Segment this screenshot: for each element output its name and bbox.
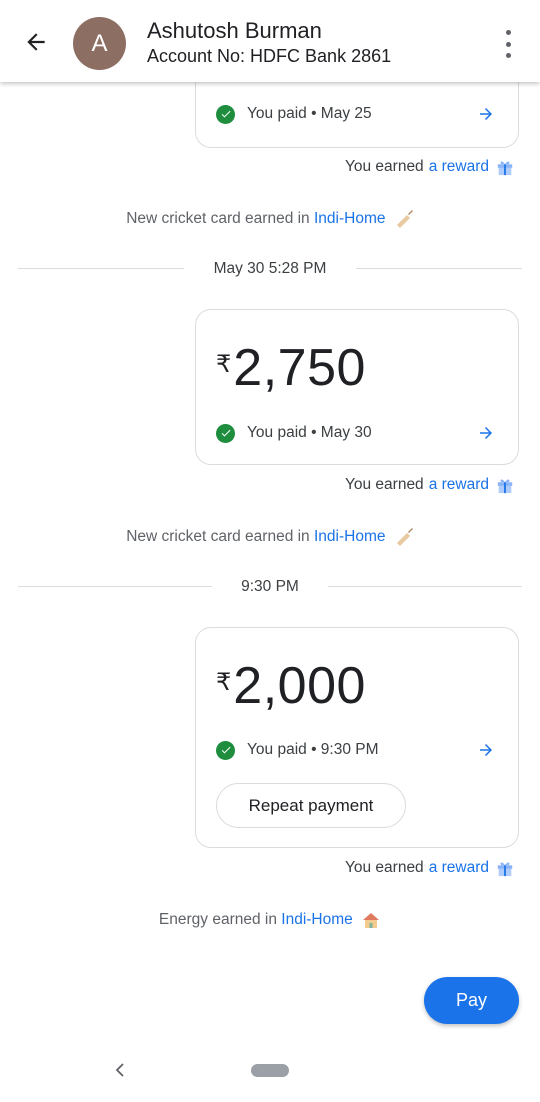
check-icon [216, 740, 235, 760]
gift-icon [497, 862, 513, 877]
amount-value: 2,750 [233, 339, 366, 397]
indi-home-link[interactable]: Indi-Home [314, 528, 386, 545]
currency-symbol: ₹ [216, 669, 232, 696]
gift-icon [497, 161, 513, 176]
payment-status-row: You paid • May 25 [216, 102, 498, 126]
nav-home-pill[interactable] [251, 1064, 289, 1077]
house-icon [363, 913, 380, 928]
arrow-right-icon[interactable] [476, 423, 496, 443]
more-options-icon[interactable] [496, 30, 520, 58]
arrow-right-icon[interactable] [476, 740, 496, 760]
check-icon [216, 104, 235, 124]
reward-prefix: You earned [344, 859, 424, 876]
cricket-card-note: New cricket card earned in Indi-Home [0, 210, 540, 228]
payment-amount: ₹ 2,750 [216, 338, 366, 398]
payment-status: You paid • May 30 [247, 424, 372, 441]
date-divider-label: 9:30 PM [241, 578, 299, 595]
indi-home-link[interactable]: Indi-Home [314, 210, 386, 227]
arrow-right-icon[interactable] [476, 104, 496, 124]
reward-prefix: You earned [344, 476, 424, 493]
reward-link[interactable]: a reward [429, 158, 489, 176]
pay-button[interactable]: Pay [424, 977, 519, 1024]
reward-link[interactable]: a reward [429, 476, 489, 494]
payment-card[interactable]: ₹ 2,000 You paid • 9:30 PM Repeat paymen… [195, 627, 519, 848]
check-icon [216, 423, 235, 443]
cricket-bat-icon [396, 528, 413, 546]
amount-value: 2,000 [233, 657, 366, 715]
payment-status: You paid • May 25 [247, 105, 372, 122]
reward-link[interactable]: a reward [429, 859, 489, 877]
reward-line[interactable]: You earned a reward [345, 859, 514, 877]
date-divider: 9:30 PM [0, 572, 540, 602]
note-text: New cricket card earned in [126, 210, 310, 228]
payment-card[interactable]: ₹ 2,750 You paid • May 30 [195, 309, 519, 465]
gift-icon [497, 479, 513, 494]
avatar[interactable]: A [73, 17, 126, 70]
energy-note: Energy earned in Indi-Home [0, 911, 540, 929]
payment-status: You paid • 9:30 PM [247, 741, 379, 758]
indi-home-link[interactable]: Indi-Home [281, 911, 353, 928]
payment-status-row: You paid • May 30 [216, 421, 498, 445]
app-header: A Ashutosh Burman Account No: HDFC Bank … [0, 0, 540, 82]
note-text: New cricket card earned in [126, 528, 310, 546]
contact-name: Ashutosh Burman [147, 18, 322, 43]
date-divider: May 30 5:28 PM [0, 254, 540, 284]
repeat-payment-button[interactable]: Repeat payment [216, 783, 406, 828]
currency-symbol: ₹ [216, 351, 232, 378]
payment-status-row: You paid • 9:30 PM [216, 738, 498, 762]
reward-line[interactable]: You earned a reward [345, 158, 514, 176]
back-arrow-icon[interactable] [20, 26, 52, 58]
reward-prefix: You earned [344, 158, 424, 175]
nav-back-icon[interactable] [110, 1060, 130, 1080]
account-number: Account No: HDFC Bank 2861 [147, 46, 392, 66]
cricket-card-note: New cricket card earned in Indi-Home [0, 528, 540, 546]
date-divider-label: May 30 5:28 PM [213, 260, 327, 277]
reward-line[interactable]: You earned a reward [345, 476, 514, 494]
payment-amount: ₹ 2,000 [216, 656, 366, 716]
cricket-bat-icon [396, 210, 413, 228]
note-text: Energy earned in [158, 911, 277, 929]
